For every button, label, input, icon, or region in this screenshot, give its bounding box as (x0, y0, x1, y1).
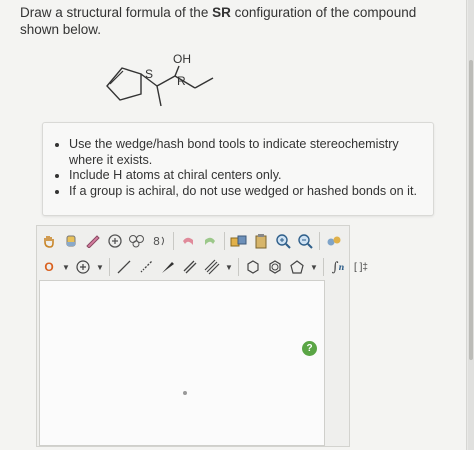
question-prefix: Draw a structural formula of the (20, 5, 213, 20)
s-label: S (145, 67, 153, 81)
chevron-down-icon[interactable]: ▼ (95, 257, 105, 277)
sn-label: n (338, 262, 345, 272)
single-bond-icon[interactable] (114, 257, 134, 277)
element-selector[interactable]: O (39, 257, 59, 277)
toolbar-separator (238, 258, 239, 276)
cyclopentene-ring (106, 67, 142, 101)
question-page: Draw a structural formula of the SR conf… (0, 0, 467, 450)
eraser-icon[interactable] (61, 231, 81, 251)
settings-icon[interactable] (324, 231, 344, 251)
double-bond-icon[interactable] (180, 257, 200, 277)
chevron-down-icon[interactable]: ▼ (224, 257, 234, 277)
canvas-center-dot (183, 391, 187, 395)
oh-label: OH (173, 52, 191, 66)
zoom-in-icon[interactable] (273, 231, 293, 251)
hexagon-icon[interactable] (243, 257, 263, 277)
structure-editor: 8 O ▼ ▼ ▼ ▼ ∫ n []‡ ? (36, 225, 368, 447)
molecule-structure: OH S R (106, 52, 214, 107)
benzene-icon[interactable] (265, 257, 285, 277)
element-label: O (44, 260, 54, 274)
toolbar-separator (319, 232, 320, 250)
pentagon-icon[interactable] (287, 257, 307, 277)
instructions-box: Use the wedge/hash bond tools to indicat… (42, 122, 434, 216)
chevron-down-icon[interactable]: ▼ (61, 257, 71, 277)
drawing-canvas[interactable]: ? (39, 280, 325, 446)
r-label: R (177, 74, 186, 88)
hash-bond-icon[interactable] (136, 257, 156, 277)
toolbar-row-2: O ▼ ▼ ▼ ▼ ∫ n [ ]‡ (39, 255, 372, 279)
page-scrollbar[interactable] (468, 0, 474, 450)
triple-bond-icon[interactable] (202, 257, 222, 277)
pencil-icon[interactable] (83, 231, 103, 251)
zoom-out-icon[interactable] (295, 231, 315, 251)
instruction-item: Include H atoms at chiral centers only. (69, 168, 433, 184)
instruction-item: Use the wedge/hash bond tools to indicat… (69, 137, 433, 168)
instructions-list: Use the wedge/hash bond tools to indicat… (43, 123, 433, 199)
question-bold: SR (212, 5, 231, 20)
svg-text:8: 8 (153, 235, 160, 248)
charge-plus-icon[interactable] (73, 257, 93, 277)
toolbar-separator (224, 232, 225, 250)
atom-map-icon[interactable] (105, 231, 125, 251)
help-button[interactable]: ? (302, 341, 317, 356)
sn-icon[interactable]: ∫ n (328, 257, 348, 277)
instruction-item: If a group is achiral, do not use wedged… (69, 184, 433, 200)
toolbar-separator (323, 258, 324, 276)
charge-icon[interactable] (127, 231, 147, 251)
hand-icon[interactable] (39, 231, 59, 251)
methyl-bond (156, 85, 162, 107)
undo-icon[interactable] (178, 231, 198, 251)
bracket-icon[interactable]: [ ]‡ (350, 257, 372, 277)
template-icon[interactable] (229, 231, 249, 251)
toolbar-separator (109, 258, 110, 276)
wedge-bond-icon[interactable] (158, 257, 178, 277)
rotate-icon[interactable]: 8 (149, 231, 169, 251)
question-text: Draw a structural formula of the SR conf… (20, 4, 450, 38)
toolbar-row-1: 8 (39, 229, 344, 253)
scrollbar-thumb[interactable] (469, 60, 473, 360)
bracket-label: [ ]‡ (354, 261, 368, 273)
ring-double-bond (109, 70, 124, 85)
ethyl-bond-2 (194, 77, 214, 89)
chevron-down-icon[interactable]: ▼ (309, 257, 319, 277)
toolbar-separator (173, 232, 174, 250)
redo-icon[interactable] (200, 231, 220, 251)
clipboard-icon[interactable] (251, 231, 271, 251)
center-to-carbinol-bond (156, 75, 176, 87)
